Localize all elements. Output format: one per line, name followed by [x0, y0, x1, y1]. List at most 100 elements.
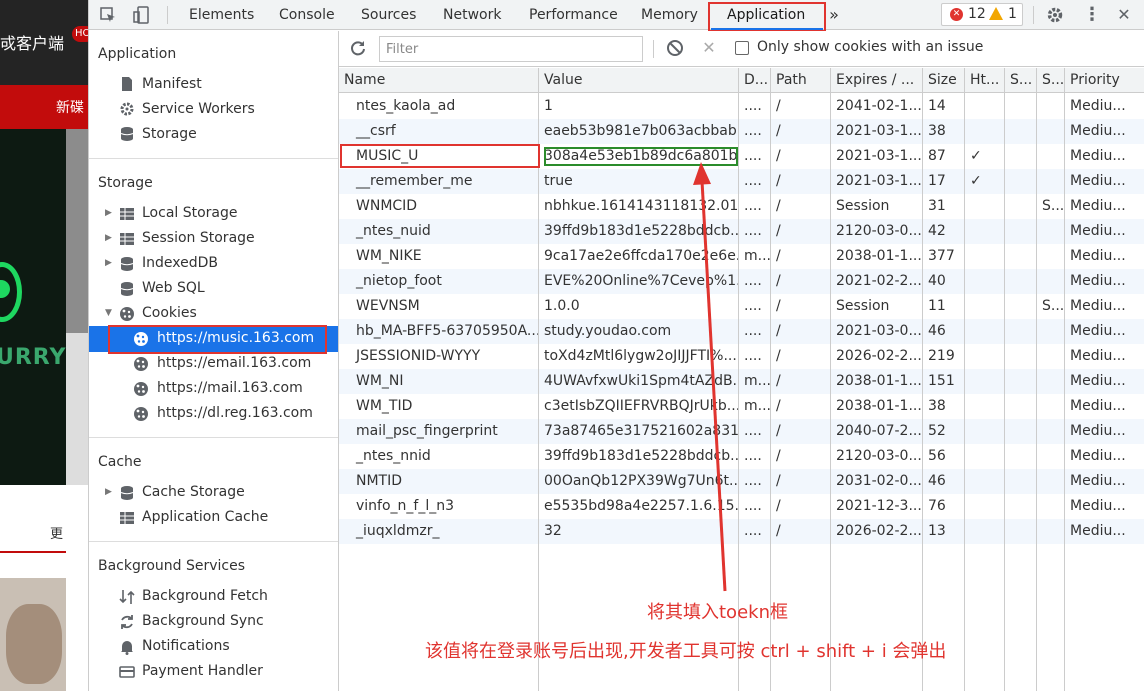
section-divider: [89, 437, 338, 438]
issues-counter[interactable]: ✕ 12 1: [941, 3, 1023, 26]
table-row[interactable]: NMTID 00OanQb12PX39Wg7Un6t....... / 2031-02…: [339, 469, 1144, 494]
settings-gear-icon[interactable]: [1046, 6, 1064, 24]
column-divider[interactable]: [1004, 68, 1005, 691]
table-row[interactable]: _iuqxldmzr_ 32.... / 2026-02-2... 13 Mediu...: [339, 519, 1144, 544]
table-row[interactable]: mail_psc_fingerprint 73a87465e317521602a8…: [339, 419, 1144, 444]
cell-httponly: [965, 269, 1005, 294]
inspect-element-icon[interactable]: [99, 6, 117, 24]
cookie-site-highlight-box: [108, 325, 327, 354]
cell-domain: ....: [744, 448, 762, 464]
cell-path: /: [776, 423, 781, 439]
toolbar-separator: [653, 40, 654, 58]
expand-arrow-icon[interactable]: ▶: [105, 251, 112, 276]
column-header-priority[interactable]: Priority: [1065, 68, 1144, 93]
cell-samesite: [1037, 219, 1065, 244]
section-divider: [89, 541, 338, 542]
cell-path: /: [776, 98, 781, 114]
column-header-name[interactable]: Name: [339, 68, 539, 93]
cell-domain: ....: [744, 223, 762, 239]
table-row[interactable]: WEVNSM 1.0.0.... / Session 11 S... Mediu...: [339, 294, 1144, 319]
only-issues-label[interactable]: Only show cookies with an issue: [757, 39, 983, 55]
column-header-size[interactable]: Size: [923, 68, 965, 93]
cell-name: WM_NI: [356, 373, 404, 389]
table-row[interactable]: WM_TID c3etIsbZQIIEFRVRBQJrUkb... m... / 203…: [339, 394, 1144, 419]
only-issues-checkbox[interactable]: [735, 41, 749, 55]
tab-performance[interactable]: Performance: [529, 0, 618, 30]
cell-samesite: [1037, 444, 1065, 469]
more-link[interactable]: 更: [50, 523, 63, 542]
cell-samesite: [1037, 144, 1065, 169]
cell-name: hb_MA-BFF5-63705950A...: [356, 323, 539, 339]
page-scrollbar-track: [66, 333, 88, 485]
collapse-arrow-icon[interactable]: ▼: [105, 301, 112, 326]
column-header-value[interactable]: Value: [539, 68, 739, 93]
cell-secure: [1005, 444, 1037, 469]
table-row[interactable]: _ntes_nuid 39ffd9b183d1e5228bddcb....... /…: [339, 219, 1144, 244]
cell-value: 32: [544, 523, 562, 539]
table-row[interactable]: JSESSIONID-WYYY toXd4zMtl6lygw2oJIJJFTI%.…: [339, 344, 1144, 369]
column-divider[interactable]: [1036, 68, 1037, 691]
cell-size: 42: [928, 223, 946, 239]
expand-arrow-icon[interactable]: ▶: [105, 201, 112, 226]
table-row[interactable]: __csrf eaeb53b981e7b063acbbab....... / 2021…: [339, 119, 1144, 144]
cell-size: 13: [928, 523, 946, 539]
page-photo[interactable]: [0, 578, 66, 691]
music-u-name-highlight-box: [340, 144, 540, 168]
column-header-path[interactable]: Path: [771, 68, 831, 93]
cell-httponly: ✓: [970, 148, 982, 164]
cell-httponly: ✓: [970, 173, 982, 189]
tab-memory[interactable]: Memory: [641, 0, 698, 30]
refresh-icon[interactable]: [349, 39, 367, 57]
table-row[interactable]: WM_NI 4UWAvfxwUki1Spm4tAZdB... m... / 2038-0…: [339, 369, 1144, 394]
close-devtools-icon[interactable]: ✕: [1115, 6, 1133, 24]
table-row[interactable]: WM_NIKE 9ca17ae2e6ffcda170e2e6e... m... / 20…: [339, 244, 1144, 269]
column-divider[interactable]: [830, 68, 831, 691]
cell-domain: ....: [744, 473, 762, 489]
tab-elements[interactable]: Elements: [189, 0, 254, 30]
tab-sources[interactable]: Sources: [361, 0, 416, 30]
device-toolbar-icon[interactable]: [133, 6, 151, 24]
table-row[interactable]: _ntes_nnid 39ffd9b183d1e5228bddcb....... /…: [339, 444, 1144, 469]
table-row[interactable]: vinfo_n_f_l_n3 e5535bd98a4e2257.1.6.15...…: [339, 494, 1144, 519]
more-tabs-chevron-icon[interactable]: »: [825, 6, 843, 24]
column-header-secure[interactable]: S...: [1005, 68, 1037, 93]
column-divider[interactable]: [1064, 68, 1065, 691]
clear-all-cookies-icon[interactable]: [666, 39, 684, 57]
cell-httponly: [965, 294, 1005, 319]
cell-size: 11: [928, 298, 946, 314]
cell-name: WM_NIKE: [356, 248, 422, 264]
table-row[interactable]: ntes_kaola_ad 1.... / 2041-02-1... 14 Mediu..…: [339, 94, 1144, 119]
cell-expires: 2120-03-0...: [836, 448, 922, 464]
cell-name: JSESSIONID-WYYY: [356, 348, 481, 364]
delete-selected-icon[interactable]: ✕: [700, 39, 718, 57]
column-divider[interactable]: [964, 68, 965, 691]
cell-samesite: [1037, 269, 1065, 294]
column-header-expires[interactable]: Expires / ...: [831, 68, 923, 93]
table-row[interactable]: hb_MA-BFF5-63705950A... study.youdao.com.…: [339, 319, 1144, 344]
column-header-httponly[interactable]: Ht...: [965, 68, 1005, 93]
table-row[interactable]: __remember_me true.... / 2021-03-1... 17 ✓ Med…: [339, 169, 1144, 194]
cell-size: 56: [928, 448, 946, 464]
tab-console[interactable]: Console: [279, 0, 335, 30]
cell-name: mail_psc_fingerprint: [356, 423, 498, 439]
tab-network[interactable]: Network: [443, 0, 501, 30]
expand-arrow-icon[interactable]: ▶: [105, 480, 112, 505]
column-header-samesite[interactable]: S...: [1037, 68, 1065, 93]
cell-httponly: [965, 469, 1005, 494]
table-row[interactable]: _nietop_foot EVE%20Online%7Cevep%1.......…: [339, 269, 1144, 294]
sync-icon: [121, 615, 133, 629]
cell-expires: 2120-03-0...: [836, 223, 922, 239]
nav-item-new-albums[interactable]: 新碟: [56, 97, 84, 117]
cell-domain: ....: [744, 173, 762, 189]
cell-samesite: [1037, 244, 1065, 269]
cell-size: 31: [928, 198, 946, 214]
cell-samesite: [1037, 344, 1065, 369]
column-header-domain[interactable]: D...: [739, 68, 771, 93]
download-client-link[interactable]: 戓客户端: [0, 30, 64, 54]
expand-arrow-icon[interactable]: ▶: [105, 226, 112, 251]
table-row[interactable]: WNMCID nbhkue.1614143118132.01.0.... / Sess…: [339, 194, 1144, 219]
filter-input[interactable]: [379, 36, 643, 62]
column-divider[interactable]: [922, 68, 923, 691]
more-options-icon[interactable]: ⋮: [1083, 6, 1101, 24]
cookies-panel: ✕ Only show cookies with an issue NameVa…: [339, 31, 1144, 691]
